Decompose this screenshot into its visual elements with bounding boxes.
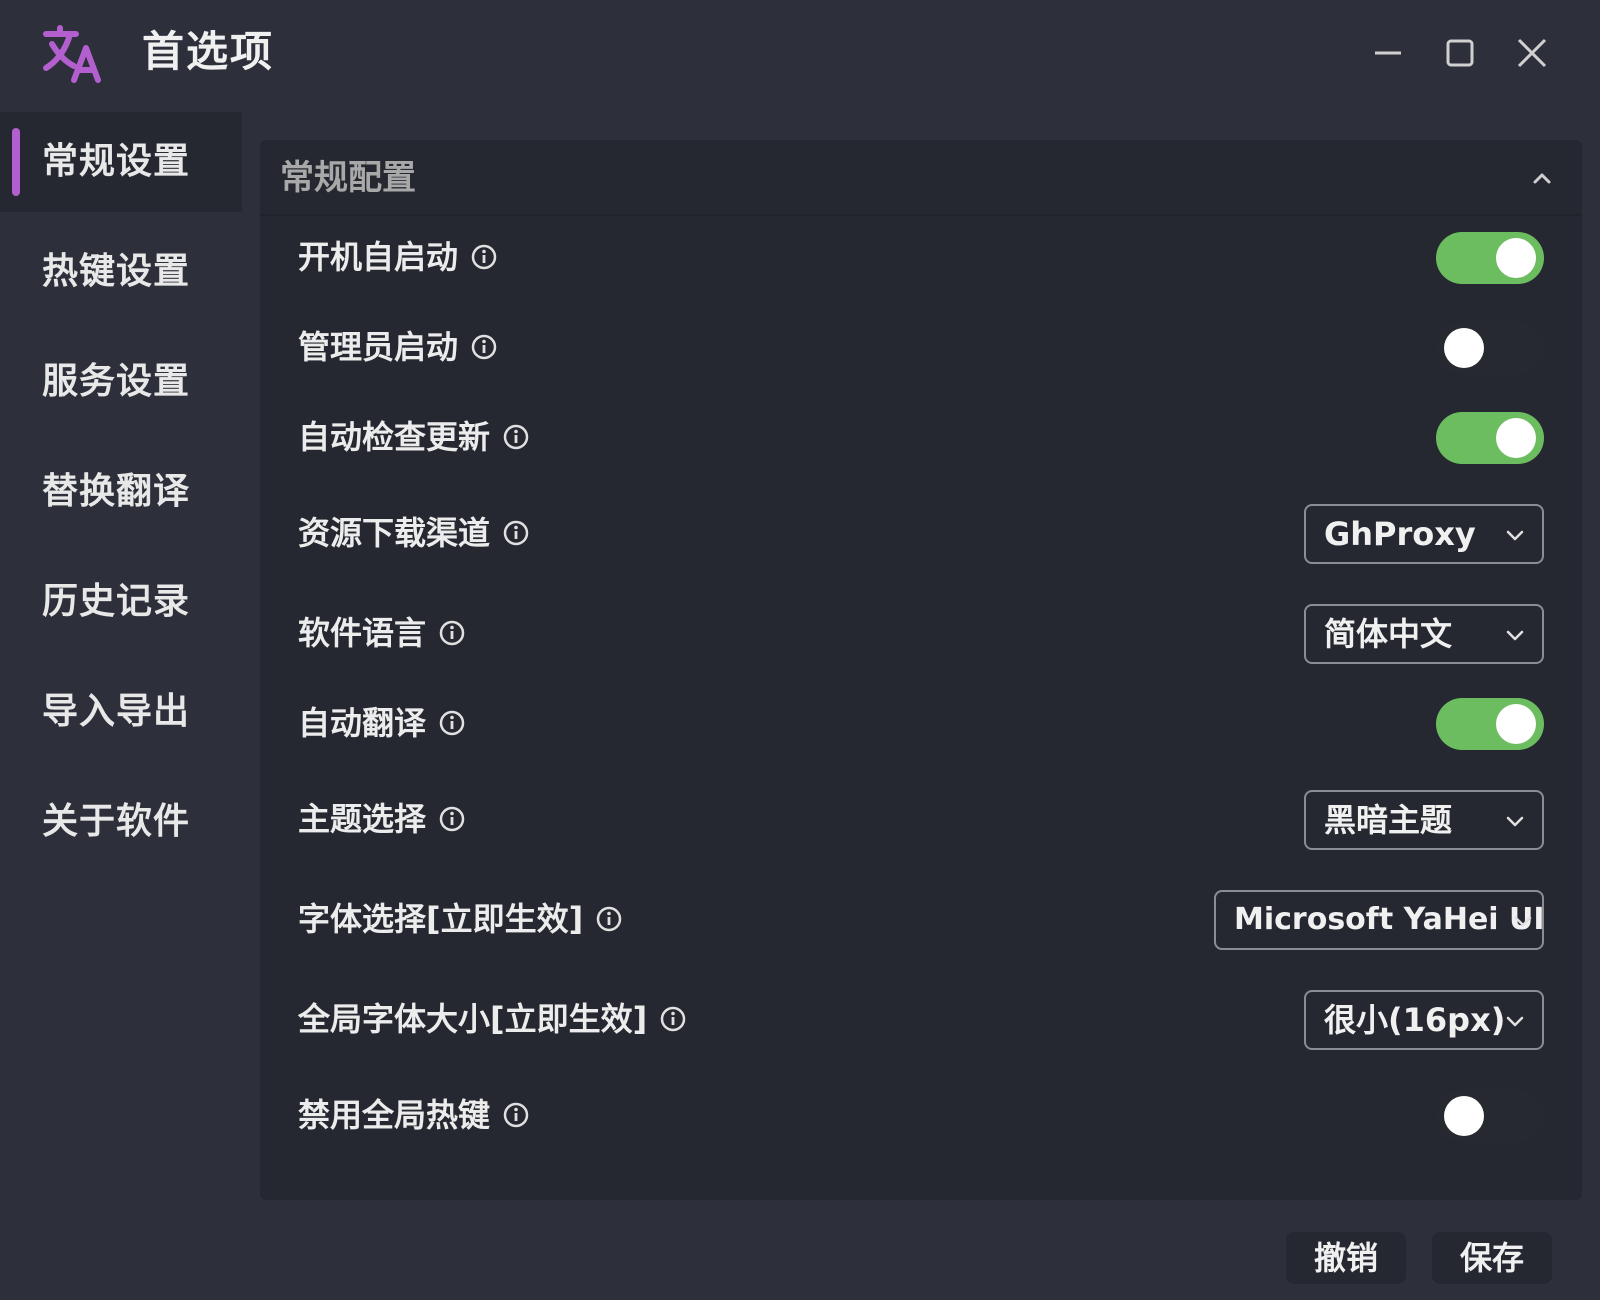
auto-update-toggle[interactable] [1436,412,1544,464]
preferences-window: 首选项 常规设置 热键设置 服务设置 替换翻译 历史记录 导入导出 关于软件 常… [0,0,1600,1300]
setting-row-download-channel: 资源下载渠道 GhProxy [260,494,1582,574]
sidebar-item-label: 历史记录 [42,581,191,622]
panel-header[interactable]: 常规配置 [260,140,1582,216]
toggle-knob [1496,704,1536,744]
chevron-down-icon [1502,522,1528,548]
sidebar-item-import-export[interactable]: 导入导出 [0,662,242,762]
setting-row-disable-hotkeys: 禁用全局热键 [260,1076,1582,1156]
sidebar-item-replace[interactable]: 替换翻译 [0,442,242,542]
info-icon[interactable] [659,1005,687,1033]
setting-label: 字体选择[立即生效] [298,900,584,938]
save-button[interactable]: 保存 [1432,1232,1552,1284]
info-icon[interactable] [502,1101,530,1129]
panel-title: 常规配置 [280,158,416,198]
autostart-toggle[interactable] [1436,232,1544,284]
chevron-down-icon [1502,622,1528,648]
font-size-select[interactable]: 很小(16px) [1304,990,1544,1050]
setting-row-admin-start: 管理员启动 [260,308,1582,388]
translate-icon [40,22,104,86]
admin-start-toggle[interactable] [1436,322,1544,374]
setting-label: 资源下载渠道 [298,514,491,552]
setting-label: 禁用全局热键 [298,1096,491,1134]
close-icon[interactable] [1507,28,1557,78]
language-select[interactable]: 简体中文 [1304,604,1544,664]
font-select[interactable]: Microsoft YaHei UI [1214,890,1545,950]
title-bar: 首选项 [0,0,1600,108]
general-config-panel: 常规配置 开机自启动 管理员启动 自动检查更新 资源下载渠道 GhProxy 软… [260,140,1582,1200]
chevron-down-icon [1510,908,1536,934]
select-value: 很小(16px) [1324,1001,1506,1039]
sidebar-item-general[interactable]: 常规设置 [0,112,242,212]
sidebar-item-label: 常规设置 [42,141,191,182]
theme-select[interactable]: 黑暗主题 [1304,790,1544,850]
chevron-up-icon[interactable] [1526,162,1558,194]
sidebar-item-services[interactable]: 服务设置 [0,332,242,432]
sidebar-item-about[interactable]: 关于软件 [0,772,242,872]
info-icon[interactable] [470,333,498,361]
chevron-down-icon [1502,1008,1528,1034]
select-value: Microsoft YaHei UI [1234,902,1545,937]
sidebar-item-hotkeys[interactable]: 热键设置 [0,222,242,322]
cancel-button[interactable]: 撤销 [1286,1232,1406,1284]
setting-row-auto-translate: 自动翻译 [260,684,1582,764]
setting-row-font: 字体选择[立即生效] Microsoft YaHei UI [260,880,1582,960]
sidebar-item-label: 导入导出 [42,691,191,732]
setting-row-language: 软件语言 简体中文 [260,594,1582,674]
sidebar-item-label: 热键设置 [42,251,191,292]
info-icon[interactable] [502,519,530,547]
sidebar: 常规设置 热键设置 服务设置 替换翻译 历史记录 导入导出 关于软件 [0,112,242,1192]
setting-label: 管理员启动 [298,328,459,366]
setting-row-font-size: 全局字体大小[立即生效] 很小(16px) [260,980,1582,1060]
info-icon[interactable] [438,709,466,737]
toggle-knob [1496,238,1536,278]
window-title: 首选项 [142,27,275,76]
select-value: GhProxy [1324,515,1476,553]
setting-label: 全局字体大小[立即生效] [298,1000,648,1038]
active-indicator [12,128,20,196]
setting-label: 软件语言 [298,614,427,652]
sidebar-item-history[interactable]: 历史记录 [0,552,242,652]
info-icon[interactable] [438,805,466,833]
sidebar-item-label: 关于软件 [42,801,191,842]
setting-row-auto-update: 自动检查更新 [260,398,1582,478]
select-value: 黑暗主题 [1324,801,1453,839]
chevron-down-icon [1502,808,1528,834]
auto-translate-toggle[interactable] [1436,698,1544,750]
download-channel-select[interactable]: GhProxy [1304,504,1544,564]
toggle-knob [1444,1096,1484,1136]
setting-label: 自动翻译 [298,704,427,742]
minimize-icon[interactable] [1363,28,1413,78]
toggle-knob [1496,418,1536,458]
disable-hotkeys-toggle[interactable] [1436,1090,1544,1142]
sidebar-item-label: 服务设置 [42,361,191,402]
info-icon[interactable] [502,423,530,451]
info-icon[interactable] [595,905,623,933]
toggle-knob [1444,328,1484,368]
info-icon[interactable] [438,619,466,647]
sidebar-item-label: 替换翻译 [42,471,191,512]
setting-label: 自动检查更新 [298,418,491,456]
setting-label: 开机自启动 [298,238,459,276]
info-icon[interactable] [470,243,498,271]
select-value: 简体中文 [1324,615,1453,653]
setting-row-autostart: 开机自启动 [260,218,1582,298]
setting-label: 主题选择 [298,800,427,838]
maximize-icon[interactable] [1435,28,1485,78]
setting-row-theme: 主题选择 黑暗主题 [260,780,1582,860]
